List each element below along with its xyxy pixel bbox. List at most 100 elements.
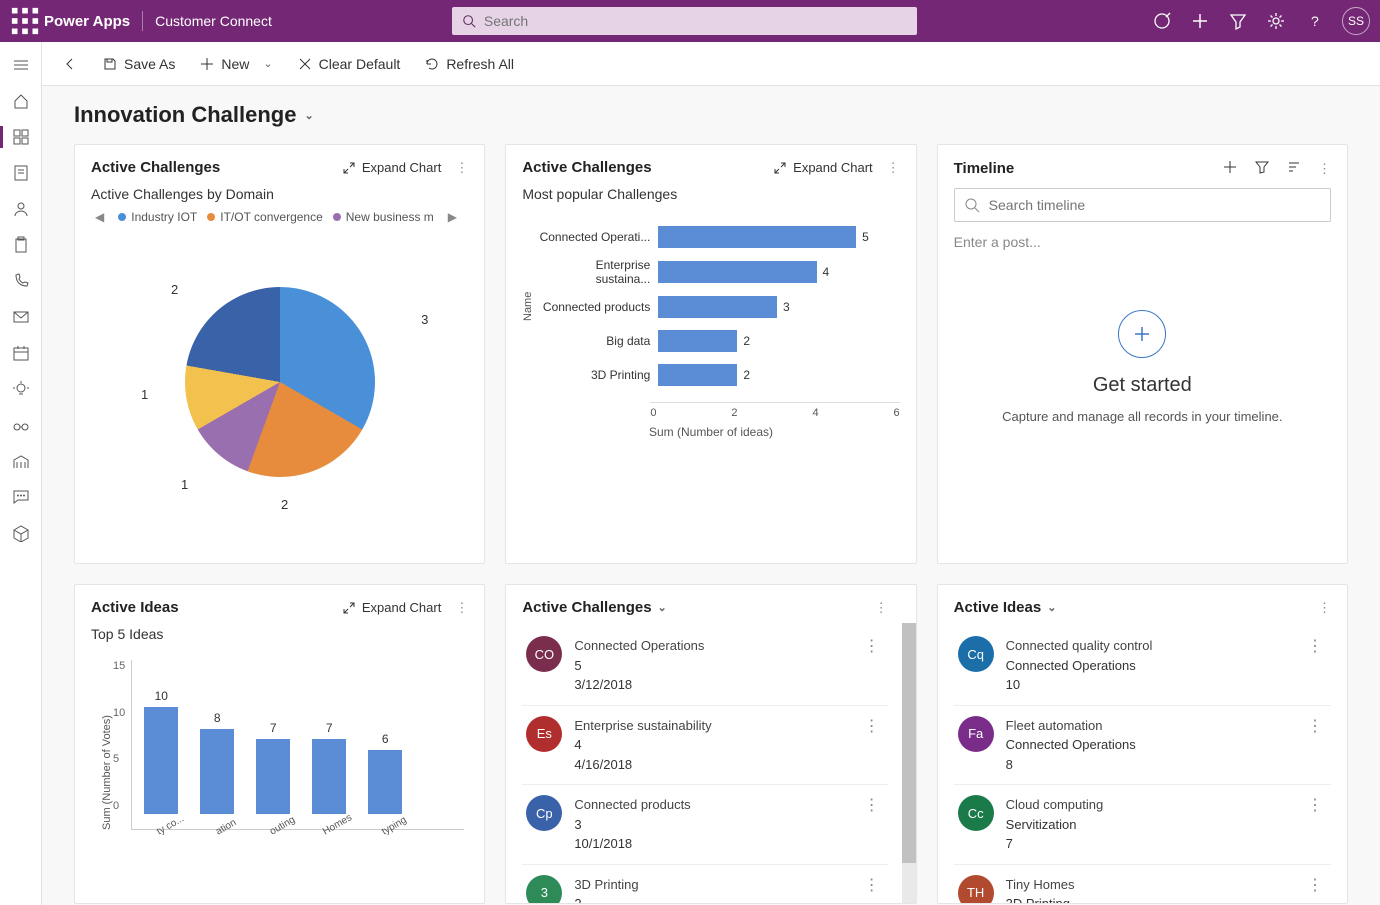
vbar-column: 8ation bbox=[196, 711, 238, 829]
legend-prev-icon[interactable]: ◀ bbox=[91, 210, 108, 224]
more-icon[interactable]: ⋮ bbox=[887, 160, 900, 176]
nav-recent-icon[interactable] bbox=[0, 156, 41, 190]
clear-default-button[interactable]: Clear Default bbox=[289, 52, 409, 76]
page-title[interactable]: Innovation Challenge ⌄ bbox=[42, 86, 1380, 136]
timeline-empty-state: Get started Capture and manage all recor… bbox=[954, 250, 1331, 444]
timeline-sort-icon[interactable] bbox=[1286, 159, 1302, 178]
item-line3: 4/16/2018 bbox=[574, 755, 847, 775]
list-item[interactable]: Cc Cloud computingServitization7 ⋮ bbox=[954, 785, 1331, 865]
nav-clipboard-icon[interactable] bbox=[0, 228, 41, 262]
hbar-row: Enterprise sustaina...4 bbox=[538, 258, 895, 286]
app-launcher-icon[interactable] bbox=[10, 6, 40, 36]
list-title-dropdown[interactable]: Active Challenges⌄ bbox=[522, 599, 666, 616]
timeline-search[interactable] bbox=[954, 188, 1331, 222]
card-title: Active Challenges bbox=[91, 159, 220, 176]
list-title-dropdown[interactable]: Active Ideas⌄ bbox=[954, 599, 1057, 616]
more-icon[interactable]: ⋮ bbox=[875, 600, 888, 616]
nav-phone-icon[interactable] bbox=[0, 264, 41, 298]
card-active-ideas-chart: Active Ideas Expand Chart ⋮ Top 5 Ideas … bbox=[74, 584, 485, 904]
nav-chat-icon[interactable] bbox=[0, 480, 41, 514]
settings-icon[interactable] bbox=[1266, 11, 1286, 31]
list-item[interactable]: 3 3D Printing2 ⋮ bbox=[522, 865, 887, 905]
item-title: Cloud computing bbox=[1006, 795, 1291, 815]
add-icon[interactable] bbox=[1190, 11, 1210, 31]
nav-menu-icon[interactable] bbox=[0, 48, 41, 82]
item-title: Connected Operations bbox=[574, 636, 847, 656]
card-ideas-list: Active Ideas⌄ ⋮ Cq Connected quality con… bbox=[937, 584, 1348, 904]
legend-item[interactable]: Industry IOT bbox=[118, 210, 197, 224]
item-more-icon[interactable]: ⋮ bbox=[1303, 636, 1327, 656]
nav-package-icon[interactable] bbox=[0, 516, 41, 550]
brand-label: Power Apps bbox=[44, 13, 130, 30]
new-button[interactable]: New⌄ bbox=[191, 52, 280, 76]
list-item[interactable]: Es Enterprise sustainability44/16/2018 ⋮ bbox=[522, 706, 887, 786]
back-button[interactable] bbox=[54, 52, 86, 76]
app-name-label[interactable]: Customer Connect bbox=[155, 13, 272, 29]
timeline-post-input[interactable]: Enter a post... bbox=[954, 234, 1331, 250]
more-icon[interactable]: ⋮ bbox=[455, 600, 468, 616]
expand-chart-button[interactable]: Expand Chart bbox=[342, 600, 442, 615]
save-as-button[interactable]: Save As bbox=[94, 52, 183, 76]
global-search[interactable] bbox=[452, 7, 917, 35]
item-more-icon[interactable]: ⋮ bbox=[860, 716, 884, 736]
nav-building-icon[interactable] bbox=[0, 444, 41, 478]
item-avatar: 3 bbox=[526, 875, 562, 905]
item-more-icon[interactable]: ⋮ bbox=[860, 875, 884, 895]
more-icon[interactable]: ⋮ bbox=[1318, 600, 1331, 616]
chart-legend: ◀ Industry IOT IT/OT convergence New bus… bbox=[91, 210, 468, 224]
list-item[interactable]: TH Tiny Homes3D Printing ⋮ bbox=[954, 865, 1331, 905]
item-line2: 4 bbox=[574, 735, 847, 755]
nav-binoculars-icon[interactable] bbox=[0, 408, 41, 442]
timeline-filter-icon[interactable] bbox=[1254, 159, 1270, 178]
card-title: Timeline bbox=[954, 160, 1015, 177]
help-icon[interactable]: ? bbox=[1304, 11, 1324, 31]
nav-dashboard-icon[interactable] bbox=[0, 120, 41, 154]
item-more-icon[interactable]: ⋮ bbox=[1303, 875, 1327, 895]
more-icon[interactable]: ⋮ bbox=[455, 160, 468, 176]
legend-next-icon[interactable]: ▶ bbox=[444, 210, 461, 224]
item-more-icon[interactable]: ⋮ bbox=[860, 636, 884, 656]
chevron-down-icon: ⌄ bbox=[263, 57, 272, 70]
main-area: Save As New⌄ Clear Default Refresh All I… bbox=[42, 42, 1380, 905]
vbar-column: 7outing bbox=[252, 721, 294, 829]
user-avatar[interactable]: SS bbox=[1342, 7, 1370, 35]
search-icon bbox=[964, 197, 980, 213]
filter-icon[interactable] bbox=[1228, 11, 1248, 31]
list-item[interactable]: Fa Fleet automationConnected Operations8… bbox=[954, 706, 1331, 786]
item-title: Fleet automation bbox=[1006, 716, 1291, 736]
nav-home-icon[interactable] bbox=[0, 84, 41, 118]
list-item[interactable]: Cq Connected quality controlConnected Op… bbox=[954, 626, 1331, 706]
svg-text:?: ? bbox=[1311, 13, 1319, 29]
nav-calendar-icon[interactable] bbox=[0, 336, 41, 370]
nav-idea-icon[interactable] bbox=[0, 372, 41, 406]
list-item[interactable]: Cp Connected products310/1/2018 ⋮ bbox=[522, 785, 887, 865]
item-avatar: CO bbox=[526, 636, 562, 672]
expand-chart-button[interactable]: Expand Chart bbox=[342, 160, 442, 175]
nav-mail-icon[interactable] bbox=[0, 300, 41, 334]
more-icon[interactable]: ⋮ bbox=[1318, 161, 1331, 177]
timeline-add-icon[interactable] bbox=[1222, 159, 1238, 178]
card-title: Active Ideas bbox=[91, 599, 179, 616]
item-more-icon[interactable]: ⋮ bbox=[1303, 795, 1327, 815]
item-line2: Connected Operations bbox=[1006, 656, 1291, 676]
timeline-search-input[interactable] bbox=[954, 188, 1331, 222]
get-started-subtitle: Capture and manage all records in your t… bbox=[1002, 409, 1282, 424]
item-more-icon[interactable]: ⋮ bbox=[860, 795, 884, 815]
item-more-icon[interactable]: ⋮ bbox=[1303, 716, 1327, 736]
legend-item[interactable]: New business m bbox=[333, 210, 434, 224]
command-bar: Save As New⌄ Clear Default Refresh All bbox=[42, 42, 1380, 86]
global-search-input[interactable] bbox=[484, 13, 907, 29]
item-title: Tiny Homes bbox=[1006, 875, 1291, 895]
list-item[interactable]: CO Connected Operations53/12/2018 ⋮ bbox=[522, 626, 887, 706]
y-axis-label: Sum (Number of Votes) bbox=[95, 660, 113, 830]
pie-label: 2 bbox=[281, 497, 288, 512]
scrollbar[interactable] bbox=[902, 623, 916, 903]
item-avatar: Cp bbox=[526, 795, 562, 831]
expand-chart-button[interactable]: Expand Chart bbox=[773, 160, 873, 175]
nav-contact-icon[interactable] bbox=[0, 192, 41, 226]
item-title: Connected products bbox=[574, 795, 847, 815]
refresh-all-button[interactable]: Refresh All bbox=[416, 52, 522, 76]
target-icon[interactable] bbox=[1152, 11, 1172, 31]
chevron-down-icon: ⌄ bbox=[304, 109, 313, 122]
legend-item[interactable]: IT/OT convergence bbox=[207, 210, 323, 224]
